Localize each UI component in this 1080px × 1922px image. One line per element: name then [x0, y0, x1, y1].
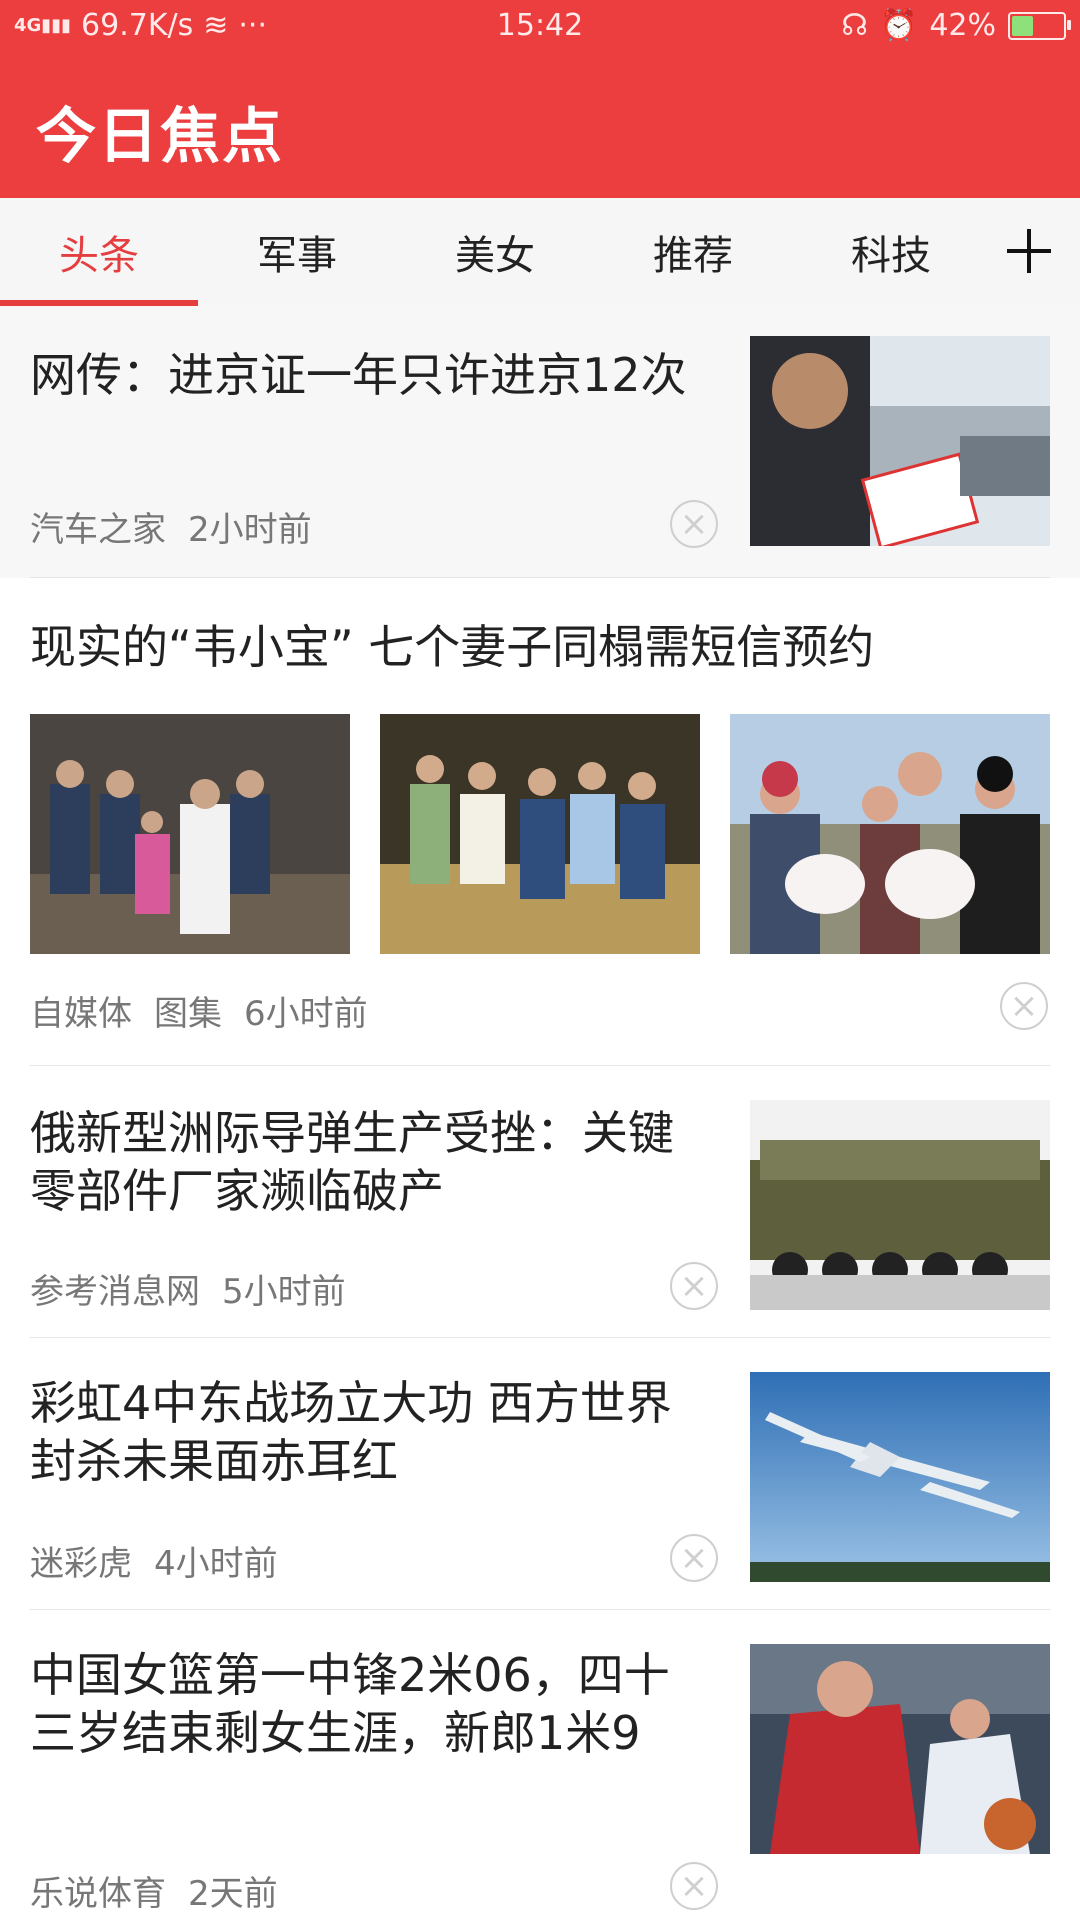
- news-thumbnail: [750, 336, 1050, 546]
- news-title: 彩虹4中东战场立大功 西方世界封杀未果面赤耳红: [30, 1376, 672, 1488]
- tab-military[interactable]: 军事: [198, 198, 396, 306]
- dismiss-icon[interactable]: ×: [1000, 982, 1048, 1030]
- app-title: 今日焦点: [36, 102, 284, 172]
- news-item[interactable]: 彩虹4中东战场立大功 西方世界封杀未果面赤耳红 迷彩虎 4小时前 ×: [0, 1338, 1080, 1610]
- news-time: 5小时前: [222, 1272, 346, 1312]
- dismiss-icon[interactable]: ×: [670, 500, 718, 548]
- news-time: 6小时前: [244, 994, 368, 1034]
- news-item-gallery[interactable]: 现实的“韦小宝” 七个妻子同榻需短信预约 自媒体 图集 6小时前 ×: [0, 578, 1080, 1066]
- news-time: 2小时前: [188, 510, 312, 550]
- news-item[interactable]: 网传：进京证一年只许进京12次 汽车之家 2小时前 ×: [0, 306, 1080, 578]
- dismiss-icon[interactable]: ×: [670, 1862, 718, 1910]
- news-title: 现实的“韦小宝” 七个妻子同榻需短信预约: [30, 620, 875, 674]
- tab-recommended[interactable]: 推荐: [594, 198, 792, 306]
- plus-icon: [1007, 229, 1051, 273]
- news-meta: 自媒体 图集 6小时前: [30, 986, 368, 1035]
- news-time: 2天前: [188, 1874, 278, 1914]
- battery-percent: 42%: [929, 8, 996, 43]
- news-meta: 参考消息网 5小时前: [30, 1264, 346, 1313]
- tab-beauty[interactable]: 美女: [396, 198, 594, 306]
- app-bar: 今日焦点: [0, 56, 1080, 198]
- news-thumbnail: [750, 1100, 1050, 1310]
- battery-icon: [1008, 11, 1071, 40]
- add-tab-button[interactable]: [994, 216, 1064, 286]
- category-tabs: 头条 军事 美女 推荐 科技: [0, 198, 1080, 307]
- gallery-image: [380, 714, 700, 954]
- news-source: 迷彩虎: [30, 1544, 132, 1584]
- news-time: 4小时前: [154, 1544, 278, 1584]
- alarm-icon: ⏰: [879, 8, 918, 43]
- news-meta: 乐说体育 2天前: [30, 1866, 278, 1915]
- gallery-image: [730, 714, 1050, 954]
- headset-icon: ☊: [841, 8, 868, 43]
- news-source: 乐说体育: [30, 1874, 166, 1914]
- news-source: 参考消息网: [30, 1272, 200, 1312]
- news-title: 俄新型洲际导弹生产受挫：关键零部件厂家濒临破产: [30, 1106, 674, 1218]
- status-bar: 4G▮▮▮ 69.7K/s ≋ ··· 15:42 ☊ ⏰ 42%: [0, 0, 1080, 56]
- news-meta: 汽车之家 2小时前: [30, 502, 312, 551]
- tab-headlines[interactable]: 头条: [0, 198, 198, 306]
- news-thumbnail: [750, 1644, 1050, 1854]
- news-item[interactable]: 俄新型洲际导弹生产受挫：关键零部件厂家濒临破产 参考消息网 5小时前 ×: [0, 1066, 1080, 1338]
- dismiss-icon[interactable]: ×: [670, 1534, 718, 1582]
- news-source: 汽车之家: [30, 510, 166, 550]
- news-tag: 图集: [154, 994, 222, 1034]
- news-item[interactable]: 中国女篮第一中锋2米06，四十三岁结束剩女生涯，新郎1米9 乐说体育 2天前 ×: [0, 1610, 1080, 1922]
- dismiss-icon[interactable]: ×: [670, 1262, 718, 1310]
- news-source: 自媒体: [30, 994, 132, 1034]
- news-title: 网传：进京证一年只许进京12次: [30, 348, 687, 402]
- news-title: 中国女篮第一中锋2米06，四十三岁结束剩女生涯，新郎1米9: [30, 1648, 670, 1760]
- news-meta: 迷彩虎 4小时前: [30, 1536, 278, 1585]
- tab-technology[interactable]: 科技: [792, 198, 990, 306]
- gallery-image: [30, 714, 350, 954]
- news-thumbnail: [750, 1372, 1050, 1582]
- status-right: ☊ ⏰ 42%: [841, 8, 1071, 43]
